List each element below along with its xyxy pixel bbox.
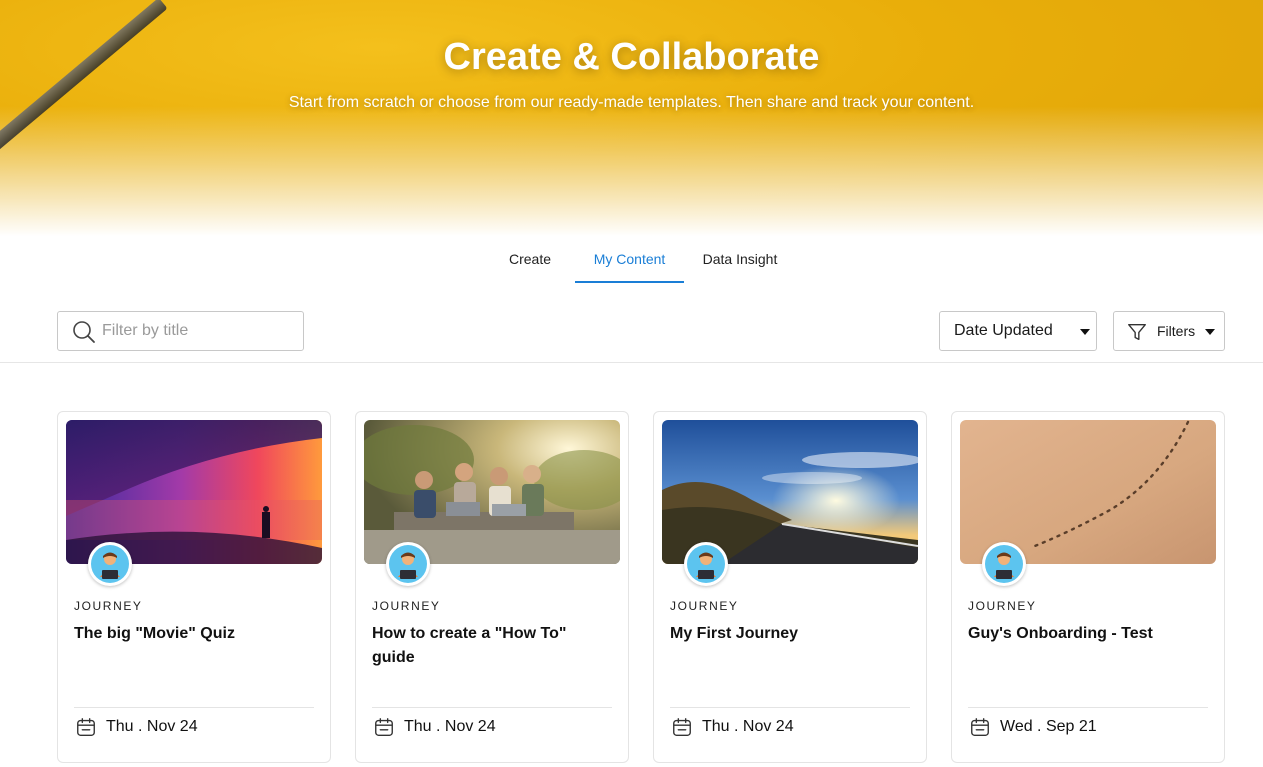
- sort-dropdown[interactable]: Date Updated: [939, 311, 1097, 351]
- card-type: JOURNEY: [74, 599, 143, 613]
- content-card[interactable]: JOURNEY The big "Movie" Quiz Thu . Nov 2…: [57, 411, 331, 763]
- tab-bar: Create My Content Data Insight: [0, 240, 1263, 284]
- caret-down-icon: [1080, 329, 1090, 335]
- calendar-icon: [673, 718, 691, 736]
- card-title[interactable]: The big "Movie" Quiz: [74, 622, 314, 646]
- card-title[interactable]: My First Journey: [670, 622, 910, 646]
- card-title[interactable]: Guy's Onboarding - Test: [968, 622, 1208, 646]
- toolbar-divider: [0, 362, 1263, 363]
- card-date: Thu . Nov 24: [106, 718, 198, 735]
- tab-data-insight[interactable]: Data Insight: [694, 240, 786, 283]
- filters-label: Filters: [1157, 323, 1196, 339]
- tab-my-content[interactable]: My Content: [575, 240, 684, 283]
- card-type: JOURNEY: [968, 599, 1037, 613]
- content-card[interactable]: JOURNEY My First Journey Thu . Nov 24: [653, 411, 927, 763]
- card-type: JOURNEY: [670, 599, 739, 613]
- card-divider: [74, 707, 314, 708]
- funnel-icon: [1128, 323, 1146, 341]
- card-type: JOURNEY: [372, 599, 441, 613]
- card-date: Thu . Nov 24: [702, 718, 794, 735]
- calendar-icon: [375, 718, 393, 736]
- filters-button[interactable]: Filters: [1113, 311, 1225, 351]
- card-date: Thu . Nov 24: [404, 718, 496, 735]
- card-divider: [670, 707, 910, 708]
- hero-subtitle: Start from scratch or choose from our re…: [288, 94, 975, 111]
- author-avatar: [88, 542, 132, 586]
- content-card[interactable]: JOURNEY How to create a "How To" guide T…: [355, 411, 629, 763]
- author-avatar: [684, 542, 728, 586]
- sort-label: Date Updated: [954, 322, 1053, 339]
- card-date: Wed . Sep 21: [1000, 718, 1097, 735]
- content-card[interactable]: JOURNEY Guy's Onboarding - Test Wed . Se…: [951, 411, 1225, 763]
- author-avatar: [386, 542, 430, 586]
- author-avatar: [982, 542, 1026, 586]
- search-input[interactable]: [102, 312, 297, 350]
- tab-create[interactable]: Create: [496, 240, 564, 283]
- card-title[interactable]: How to create a "How To" guide: [372, 622, 612, 670]
- calendar-icon: [971, 718, 989, 736]
- hero-banner: Create & Collaborate Start from scratch …: [0, 0, 1263, 236]
- card-divider: [968, 707, 1208, 708]
- search-box[interactable]: [57, 311, 304, 351]
- hero-title: Create & Collaborate: [443, 36, 820, 78]
- card-divider: [372, 707, 612, 708]
- search-icon: [73, 321, 95, 343]
- caret-down-icon: [1205, 329, 1215, 335]
- calendar-icon: [77, 718, 95, 736]
